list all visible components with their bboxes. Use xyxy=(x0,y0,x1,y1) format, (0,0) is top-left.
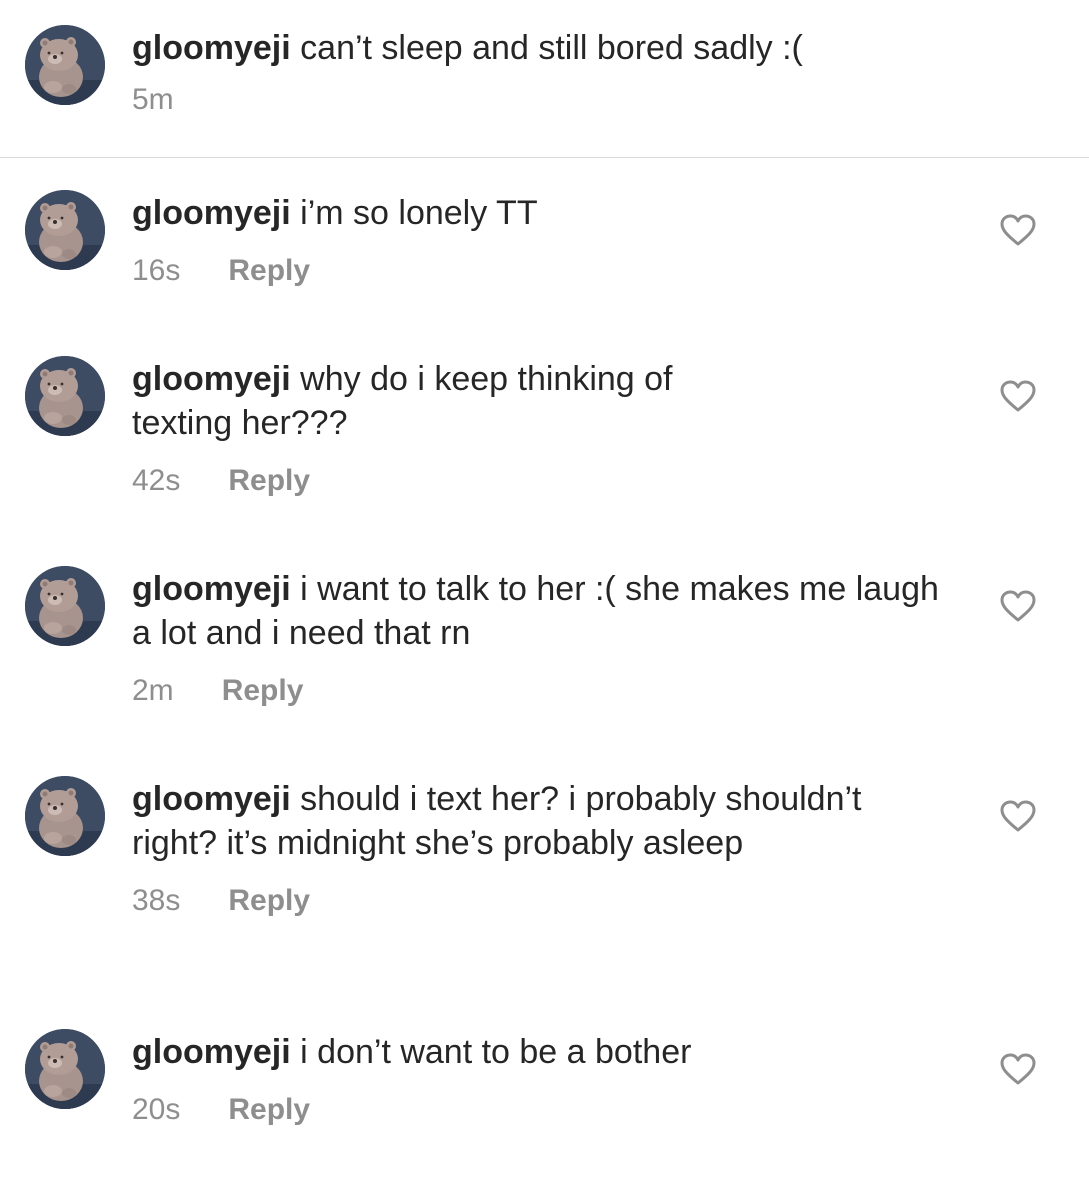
comment-username[interactable]: gloomyeji xyxy=(132,360,291,398)
reply-button[interactable]: Reply xyxy=(222,671,304,711)
comment-username[interactable]: gloomyeji xyxy=(132,1033,291,1071)
comment-text-line: gloomyeji should i text her? i probably … xyxy=(132,777,902,865)
bear-avatar-icon[interactable] xyxy=(25,776,105,856)
comment-text: i don’t want to be a bother xyxy=(300,1033,692,1071)
caption-meta: 5m xyxy=(132,80,942,120)
comment-timestamp: 16s xyxy=(132,254,181,287)
caption-text: can’t sleep and still bored sadly :( xyxy=(300,29,803,67)
comment-body: gloomyeji i’m so lonely TT 16s Reply xyxy=(132,191,942,291)
reply-button[interactable]: Reply xyxy=(228,881,310,921)
heart-outline-icon[interactable] xyxy=(999,799,1037,833)
reply-button[interactable]: Reply xyxy=(228,251,310,291)
bear-avatar-icon[interactable] xyxy=(25,356,105,436)
comment-body: gloomyeji i want to talk to her :( she m… xyxy=(132,567,952,711)
post-caption: gloomyeji can’t sleep and still bored sa… xyxy=(0,0,1089,158)
comment-text: i’m so lonely TT xyxy=(300,194,538,232)
comment-text-line: gloomyeji i’m so lonely TT xyxy=(132,191,942,235)
comment-text-line: gloomyeji why do i keep thinking of text… xyxy=(132,357,772,445)
comment-meta: 2m Reply xyxy=(132,671,952,711)
heart-outline-icon[interactable] xyxy=(999,1052,1037,1086)
reply-button[interactable]: Reply xyxy=(228,461,310,501)
comment-username[interactable]: gloomyeji xyxy=(132,194,291,232)
comment-username[interactable]: gloomyeji xyxy=(132,570,291,608)
comment-meta: 38s Reply xyxy=(132,881,902,921)
comment-username[interactable]: gloomyeji xyxy=(132,780,291,818)
comment-body: gloomyeji why do i keep thinking of text… xyxy=(132,357,772,501)
caption-text-line: gloomyeji can’t sleep and still bored sa… xyxy=(132,26,942,70)
heart-outline-icon[interactable] xyxy=(999,589,1037,623)
bear-avatar-icon[interactable] xyxy=(25,566,105,646)
comment-timestamp: 20s xyxy=(132,1093,181,1126)
heart-outline-icon[interactable] xyxy=(999,379,1037,413)
comment-meta: 16s Reply xyxy=(132,251,942,291)
comment-meta: 42s Reply xyxy=(132,461,772,501)
comment-text-line: gloomyeji i want to talk to her :( she m… xyxy=(132,567,952,655)
bear-avatar-icon[interactable] xyxy=(25,25,105,105)
comment-body: gloomyeji i don’t want to be a bother 20… xyxy=(132,1030,942,1130)
comment-timestamp: 38s xyxy=(132,884,181,917)
heart-outline-icon[interactable] xyxy=(999,213,1037,247)
caption-timestamp: 5m xyxy=(132,83,174,116)
comment-timestamp: 2m xyxy=(132,674,174,707)
bear-avatar-icon[interactable] xyxy=(25,1029,105,1109)
reply-button[interactable]: Reply xyxy=(228,1090,310,1130)
comment-text-line: gloomyeji i don’t want to be a bother xyxy=(132,1030,942,1074)
comment-body: gloomyeji should i text her? i probably … xyxy=(132,777,902,921)
caption-body: gloomyeji can’t sleep and still bored sa… xyxy=(132,26,942,120)
comment-timestamp: 42s xyxy=(132,464,181,497)
comment-meta: 20s Reply xyxy=(132,1090,942,1130)
bear-avatar-icon[interactable] xyxy=(25,190,105,270)
caption-username[interactable]: gloomyeji xyxy=(132,29,291,67)
